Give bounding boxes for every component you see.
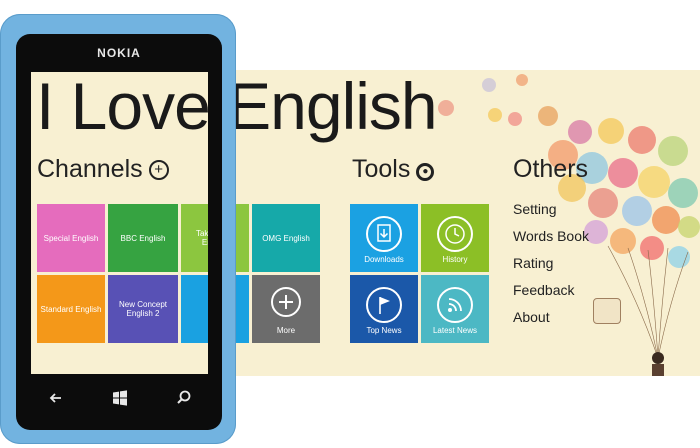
others-item-rating[interactable]: Rating xyxy=(513,255,553,271)
latest-news-tile[interactable]: Latest News xyxy=(421,275,489,343)
screen-tile-special-english[interactable]: Special English xyxy=(37,204,105,272)
download-icon xyxy=(366,216,402,252)
back-icon[interactable] xyxy=(46,388,66,408)
tools-heading-label: Tools xyxy=(352,155,411,183)
screen-tile-bbc-english[interactable]: BBC English xyxy=(108,204,178,272)
others-item-feedback[interactable]: Feedback xyxy=(513,282,574,298)
gear-icon[interactable]: ● xyxy=(416,163,435,181)
channel-tile-label: OMG English xyxy=(262,233,310,243)
screen-tile-standard-english[interactable]: Standard English xyxy=(37,275,105,343)
top-news-tile-label: Top News xyxy=(366,326,402,335)
screen-add-channel-icon[interactable]: + xyxy=(148,160,169,180)
history-tile[interactable]: History xyxy=(421,204,489,272)
downloads-tile-label: Downloads xyxy=(364,255,404,264)
screen-tile-take-away-english[interactable]: Take Away English xyxy=(181,204,208,272)
screen-tile-label: Take Away English xyxy=(195,229,208,247)
top-news-tile[interactable]: Top News xyxy=(350,275,418,343)
phone-brand: NOKIA xyxy=(97,46,141,60)
phone-screen: I Love English Channels+ Special English… xyxy=(31,72,208,374)
others-heading: Others xyxy=(513,155,589,183)
history-tile-label: History xyxy=(442,255,468,264)
screen-tile-blank[interactable] xyxy=(181,275,208,343)
screen-tile-label: Special English xyxy=(43,233,99,243)
others-item-about[interactable]: About xyxy=(513,309,550,325)
channel-tile-more[interactable]: More xyxy=(252,275,320,343)
screen-app-title: I Love English xyxy=(36,72,208,143)
latest-news-tile-label: Latest News xyxy=(432,326,478,335)
screen-tile-new-concept-english-2[interactable]: New Concept English 2 xyxy=(108,275,178,343)
others-item-words-book[interactable]: Words Book xyxy=(513,228,589,244)
channel-tile-label: More xyxy=(276,326,296,335)
channel-tile-omg-english[interactable]: OMG English xyxy=(252,204,320,272)
history-icon xyxy=(437,216,473,252)
others-item-setting[interactable]: Setting xyxy=(513,201,557,217)
windows-start-icon[interactable] xyxy=(110,388,130,408)
screen-channels-heading-label: Channels xyxy=(37,155,143,183)
screen-tile-label: New Concept English 2 xyxy=(118,300,168,318)
sign-illustration xyxy=(593,298,621,324)
search-icon[interactable] xyxy=(174,388,194,408)
screen-tile-label: Standard English xyxy=(40,304,102,314)
screen-tile-label: BBC English xyxy=(120,233,166,243)
screen-channels-heading: Channels + xyxy=(37,155,169,184)
tools-heading: Tools ● xyxy=(352,155,435,184)
downloads-tile[interactable]: Downloads xyxy=(350,204,418,272)
flag-icon xyxy=(366,287,402,323)
plus-icon xyxy=(271,287,301,317)
rss-icon xyxy=(437,287,473,323)
